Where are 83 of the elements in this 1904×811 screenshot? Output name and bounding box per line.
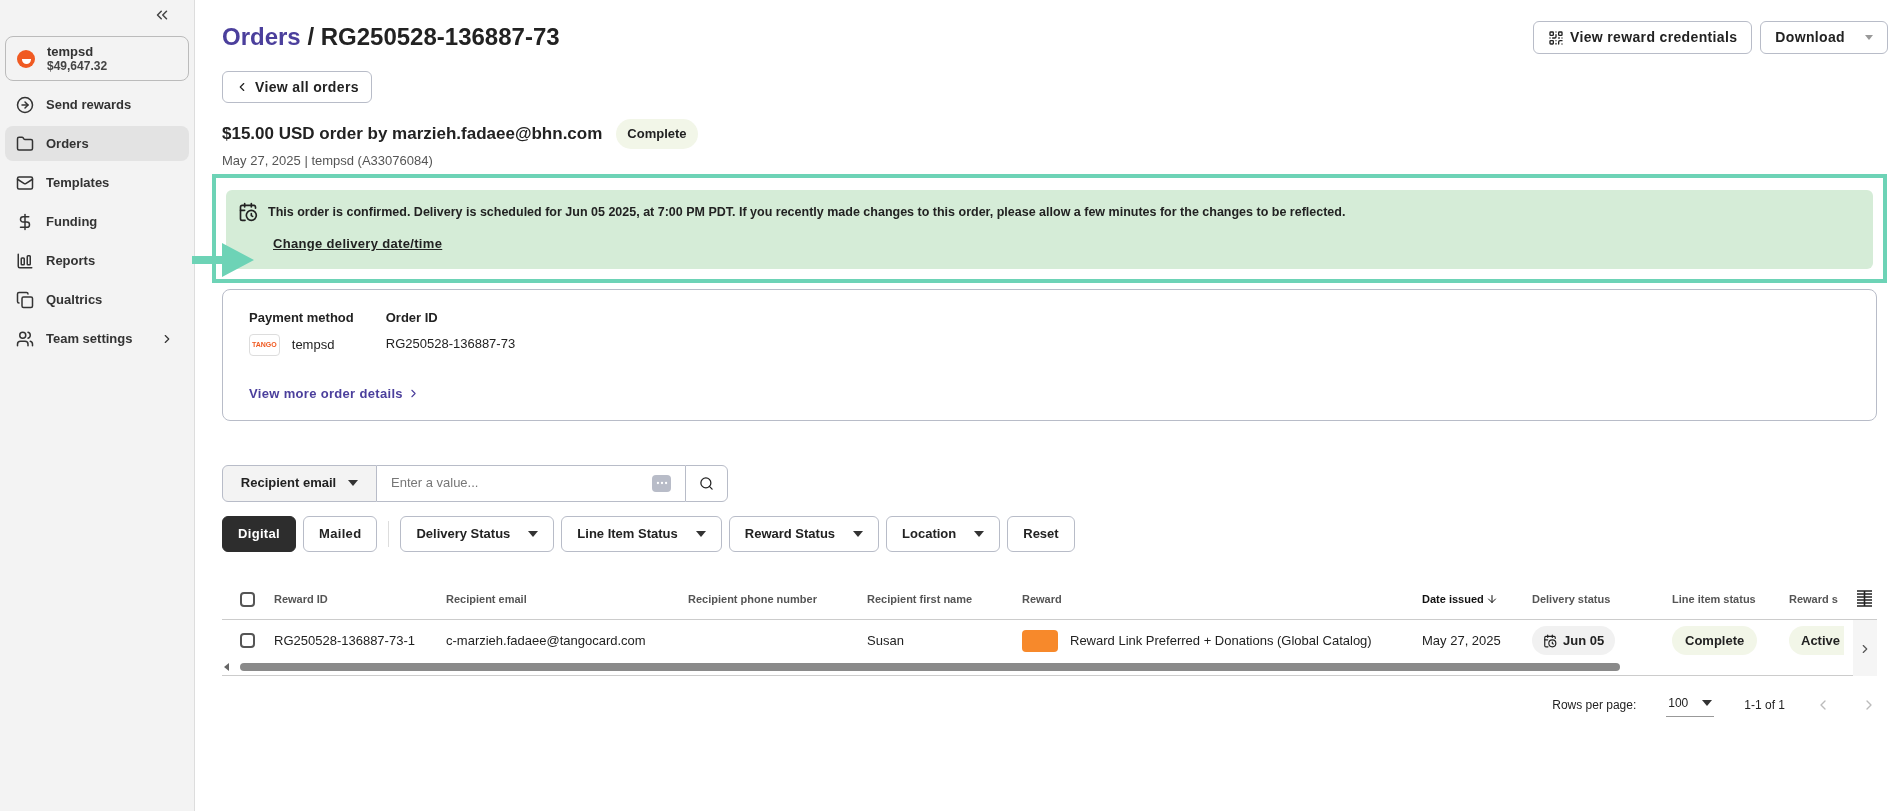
users-icon bbox=[16, 329, 34, 348]
send-icon bbox=[16, 95, 34, 114]
toggle-tab[interactable]: Mailed bbox=[303, 515, 378, 552]
dots-icon bbox=[652, 474, 671, 492]
column-header[interactable]: Line item status bbox=[1672, 590, 1789, 608]
column-header[interactable]: Reward ID bbox=[274, 590, 446, 608]
column-header[interactable]: Reward s bbox=[1789, 590, 1859, 608]
order-details-link[interactable]: View more order details bbox=[249, 384, 420, 404]
folder-icon bbox=[16, 134, 34, 153]
account-name: tempsd bbox=[47, 44, 95, 59]
nav-item[interactable]: Send rewards bbox=[5, 87, 189, 122]
order-meta: May 27, 2025 | tempsd (A33076084) bbox=[222, 151, 434, 170]
overlapping-squares-icon bbox=[16, 290, 34, 309]
caret-icon bbox=[853, 530, 864, 537]
nav-item[interactable]: Funding bbox=[5, 204, 189, 239]
order-title: $15.00 USD order by marzieh.fadaee@bhn.com bbox=[222, 123, 603, 145]
scroll-left-icon[interactable] bbox=[222, 662, 232, 672]
account-logo-icon bbox=[17, 49, 35, 68]
payment-method-label: Payment method bbox=[249, 309, 354, 327]
search-input[interactable]: Enter a value... bbox=[391, 473, 652, 493]
status-badge: Complete bbox=[616, 119, 698, 149]
checkbox[interactable] bbox=[240, 591, 255, 607]
page-title: RG250528-136887-73 bbox=[320, 23, 560, 50]
column-header[interactable]: Delivery status bbox=[1532, 590, 1672, 608]
column-header[interactable]: Recipient phone number bbox=[688, 590, 867, 608]
search-icon bbox=[699, 475, 714, 491]
rows-per-page-label: Rows per page: bbox=[1552, 697, 1637, 714]
toggle-tab[interactable]: Digital bbox=[222, 515, 296, 552]
nav-item[interactable]: Orders bbox=[5, 126, 189, 161]
column-header[interactable]: Reward bbox=[1022, 590, 1422, 608]
rows-per-page-select[interactable]: 100 bbox=[1666, 693, 1715, 717]
column-header[interactable]: Date issued bbox=[1422, 590, 1532, 608]
account-balance: $49,647.32 bbox=[47, 58, 108, 73]
nav-item[interactable]: Templates bbox=[5, 165, 189, 200]
table-cell-text: c-marzieh.fadaee@tangocard.com bbox=[446, 631, 647, 650]
calendar-clock-icon bbox=[1543, 633, 1557, 648]
search-button[interactable] bbox=[685, 464, 728, 502]
table-cell-text: RG250528-136887-73-1 bbox=[274, 631, 416, 650]
table-cell-text: Reward Link Preferred + Donations (Global Catalog) bbox=[1070, 631, 1372, 650]
sort-arrow-icon bbox=[1485, 593, 1498, 605]
column-header[interactable]: Recipient first name bbox=[867, 590, 1022, 608]
table-cell-text: May 27, 2025 bbox=[1422, 631, 1502, 650]
columns-icon[interactable] bbox=[1856, 589, 1873, 607]
scrollbar-thumb[interactable] bbox=[240, 663, 1620, 671]
back-button[interactable]: View all orders bbox=[222, 71, 372, 103]
credentials-button[interactable]: View reward credentials bbox=[1533, 21, 1753, 54]
order-id-value: RG250528-136887-73 bbox=[385, 334, 516, 353]
mail-icon bbox=[16, 173, 34, 192]
page-range: 1-1 of 1 bbox=[1744, 697, 1785, 714]
filter-dropdown[interactable]: Delivery Status bbox=[400, 515, 555, 552]
caret-icon bbox=[974, 530, 985, 537]
reset-button[interactable]: Reset bbox=[1007, 515, 1075, 552]
caret-icon bbox=[528, 530, 539, 537]
account-card[interactable]: tempsd $49,647.32 bbox=[5, 36, 189, 81]
download-button[interactable]: Download bbox=[1760, 21, 1888, 54]
search-field[interactable]: Enter a value... bbox=[377, 464, 685, 502]
caret-icon bbox=[348, 480, 359, 486]
order-id-label: Order ID bbox=[385, 309, 439, 327]
checkbox[interactable] bbox=[240, 633, 255, 648]
filter-dropdown[interactable]: Line Item Status bbox=[561, 515, 722, 552]
nav-item[interactable]: Team settings bbox=[5, 321, 189, 356]
change-delivery-link[interactable]: Change delivery date/time bbox=[273, 234, 443, 254]
breadcrumb-separator: / bbox=[306, 23, 316, 50]
reward-card-thumbnail bbox=[1022, 629, 1058, 652]
notice-message: This order is confirmed. Delivery is scheduled for Jun 05 2025, at 7:00 PM PDT. If you recently made changes to this order, please allow a few minutes for the changes to be reflected. bbox=[268, 203, 1346, 221]
table-cell-text: Susan bbox=[867, 631, 905, 650]
breadcrumb-link[interactable]: Orders bbox=[222, 23, 301, 50]
nav-item[interactable]: Qualtrics bbox=[5, 282, 189, 317]
status-badge: Active bbox=[1789, 625, 1845, 656]
caret-icon bbox=[1702, 699, 1713, 706]
nav-item[interactable]: Reports bbox=[5, 243, 189, 278]
status-badge: Complete bbox=[1672, 625, 1758, 656]
payment-value: tempsd bbox=[291, 336, 335, 354]
filter-dropdown[interactable]: Location bbox=[886, 515, 1001, 552]
caret-icon bbox=[695, 530, 706, 537]
search-field-dropdown[interactable]: Recipient email bbox=[222, 464, 377, 502]
caret-icon bbox=[1865, 35, 1873, 40]
qr-code-icon bbox=[1548, 29, 1564, 46]
delivery-date-chip: Jun 05 bbox=[1532, 625, 1616, 656]
bar-chart-icon bbox=[16, 251, 34, 270]
column-header[interactable]: Recipient email bbox=[446, 590, 688, 608]
calendar-clock-icon bbox=[238, 202, 258, 222]
filter-dropdown[interactable]: Reward Status bbox=[728, 515, 880, 552]
